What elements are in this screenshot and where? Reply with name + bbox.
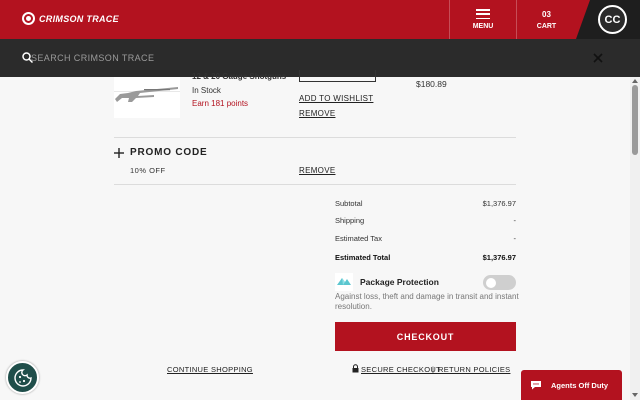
remove-promo-link[interactable]: REMOVE: [299, 166, 335, 175]
close-icon[interactable]: [592, 52, 604, 64]
stock-status: In Stock: [192, 86, 221, 95]
scroll-up-arrow-icon[interactable]: [632, 79, 638, 83]
toggle-knob: [486, 277, 496, 288]
cart-label: CART: [536, 22, 557, 30]
shipping-value: -: [513, 216, 517, 225]
tax-value: -: [513, 234, 517, 243]
checkout-button[interactable]: CHECKOUT: [335, 322, 516, 351]
add-to-wishlist-link[interactable]: ADD TO WISHLIST: [299, 94, 373, 103]
hamburger-icon: [476, 9, 490, 19]
account-badge-area: CC: [576, 0, 640, 39]
link-separator: |: [432, 365, 434, 374]
package-protection-description: Against loss, theft and damage in transi…: [335, 292, 519, 311]
chat-icon: [531, 381, 541, 390]
total-value: $1,376.97: [482, 253, 516, 262]
cart-count: 03: [542, 9, 551, 19]
product-title: 12 & 20 Gauge Shotguns: [192, 72, 287, 81]
shotgun-image: [114, 87, 180, 102]
divider: [114, 137, 516, 138]
page-scrollbar[interactable]: [630, 77, 640, 400]
reward-points: Earn 181 points: [192, 99, 249, 108]
package-protection-label: Package Protection: [360, 277, 439, 287]
remove-item-link[interactable]: REMOVE: [299, 109, 335, 118]
shipping-label: Shipping: [335, 216, 365, 225]
menu-button[interactable]: MENU: [449, 0, 516, 39]
promo-code-toggle[interactable]: PROMO CODE: [130, 147, 207, 158]
return-policies-link[interactable]: RETURN POLICIES: [438, 365, 510, 374]
subtotal-value: $1,376.97: [482, 199, 516, 208]
scroll-down-arrow-icon[interactable]: [632, 393, 638, 397]
logo-text: CRIMSON TRACE: [39, 13, 119, 24]
package-protection-icon: [335, 273, 353, 291]
cookie-icon: [13, 368, 32, 387]
scroll-thumb[interactable]: [632, 85, 638, 155]
secure-checkout-link[interactable]: SECURE CHECKOUT: [361, 365, 441, 374]
cookie-settings-button[interactable]: [6, 361, 39, 394]
cart-button[interactable]: 03 CART: [516, 0, 576, 39]
total-label: Estimated Total: [335, 253, 391, 262]
logo-mark-icon: [22, 12, 35, 25]
crimson-trace-logo[interactable]: CRIMSON TRACE: [22, 12, 119, 25]
divider: [114, 184, 516, 185]
tax-label: Estimated Tax: [335, 234, 382, 243]
chat-status-label: Agents Off Duty: [551, 380, 609, 390]
lock-icon: [352, 364, 359, 373]
live-chat-button[interactable]: Agents Off Duty: [521, 370, 622, 400]
plus-icon[interactable]: [114, 148, 124, 158]
menu-label: MENU: [472, 23, 494, 30]
item-price: $180.89: [416, 79, 447, 89]
product-image[interactable]: [114, 77, 180, 118]
applied-promo-code: 10% OFF: [130, 166, 166, 175]
continue-shopping-link[interactable]: CONTINUE SHOPPING: [167, 365, 253, 374]
subtotal-label: Subtotal: [335, 199, 363, 208]
quantity-stepper[interactable]: [299, 70, 376, 82]
search-input[interactable]: [31, 50, 571, 66]
cc-badge-icon[interactable]: CC: [598, 5, 627, 34]
package-protection-toggle[interactable]: [483, 275, 516, 290]
site-header: CRIMSON TRACE MENU 03 CART CC: [0, 0, 640, 39]
